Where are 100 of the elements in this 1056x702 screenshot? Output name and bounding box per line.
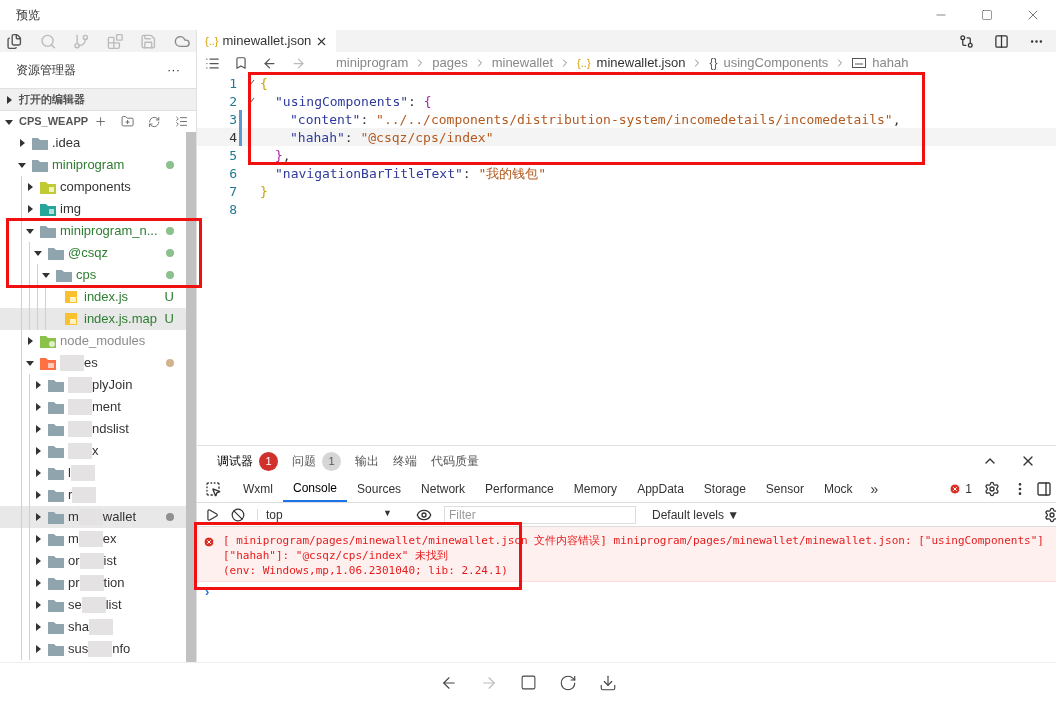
breadcrumb-item[interactable]: usingComponents [723,53,829,73]
collapsed-arrow-icon[interactable] [34,535,42,543]
files-icon[interactable] [6,32,23,50]
split-editor-icon[interactable] [994,33,1009,49]
download-icon[interactable] [598,673,617,692]
collapsed-arrow-icon[interactable] [34,579,42,587]
breadcrumb-item[interactable]: miniprogram [336,53,409,73]
expanded-arrow-icon[interactable] [26,227,34,235]
expanded-arrow-icon[interactable] [5,117,13,126]
levels-dropdown[interactable]: Default levels ▼ [652,508,740,521]
rotate-icon[interactable] [558,673,577,692]
breadcrumb-item[interactable]: pages [432,53,468,73]
tree-item[interactable]: ment [0,396,186,418]
panel-tab[interactable]: 代码质量 [431,452,479,470]
collapsed-arrow-icon[interactable] [34,623,42,631]
tree-item[interactable]: .idea [0,132,186,154]
expanded-arrow-icon[interactable] [42,271,50,279]
more-tabs-button[interactable]: » [862,478,887,500]
collapsed-arrow-icon[interactable] [34,403,42,411]
settings-icon[interactable] [984,481,1000,497]
context-select[interactable]: top ▼ [257,508,392,521]
collapsed-arrow-icon[interactable] [34,513,42,521]
scrollbar[interactable] [186,132,196,662]
new-folder-icon[interactable] [121,114,135,129]
tree-item[interactable]: sus nfo [0,638,186,660]
inspect-icon[interactable] [205,481,221,497]
breadcrumb-item[interactable]: minewallet [491,53,554,73]
collapsed-arrow-icon[interactable] [5,95,13,104]
expanded-arrow-icon[interactable] [34,249,42,257]
tree-item[interactable]: plyJoin [0,374,186,396]
sidebar-toggle-icon[interactable] [205,507,219,522]
collapsed-arrow-icon[interactable] [34,491,42,499]
tree-item[interactable]: m wallet [0,506,186,528]
panel-tab[interactable]: 问题 1 [292,451,341,471]
tree-item[interactable]: es [0,352,186,374]
collapsed-arrow-icon[interactable] [34,645,42,653]
editor-tab[interactable]: {..} minewallet.json [197,30,337,52]
devtools-tab[interactable]: Performance [475,476,564,502]
collapsed-arrow-icon[interactable] [34,469,42,477]
panel-tab[interactable]: 终端 [393,452,417,470]
console-prompt[interactable]: › [197,582,1056,602]
collapsed-arrow-icon[interactable] [34,447,42,455]
back-icon[interactable] [262,55,277,71]
collapsed-arrow-icon[interactable] [26,183,34,191]
collapsed-arrow-icon[interactable] [34,425,42,433]
compare-icon[interactable] [959,33,974,49]
more-button[interactable]: ··· [167,60,180,80]
collapse-all-icon[interactable] [174,114,188,129]
tree-item[interactable]: index.js U [0,286,186,308]
tree-item[interactable]: pr tion [0,572,186,594]
devtools-tab[interactable]: Network [411,476,476,502]
tree-item[interactable]: miniprogram_n... [0,220,186,242]
devtools-tab[interactable]: Sources [347,476,412,502]
filter-field[interactable]: Filter [444,505,636,524]
tree-item[interactable]: index.js.map U [0,308,186,330]
breadcrumb-item[interactable]: minewallet.json [596,53,686,73]
devtools-tab[interactable]: Memory [563,476,628,502]
outline-icon[interactable] [205,55,220,71]
section-header[interactable]: 打开的编辑器 [0,88,196,110]
devtools-tab[interactable]: AppData [627,476,694,502]
tree-item[interactable]: or ist [0,550,186,572]
tree-item[interactable]: r [0,484,186,506]
tree-item[interactable]: sha [0,616,186,638]
bookmark-icon[interactable] [234,56,248,70]
devtools-tab[interactable]: Sensor [755,476,814,502]
dock-icon[interactable] [1036,481,1052,497]
settings-icon[interactable] [1044,506,1056,523]
devtools-tab[interactable]: Console [283,476,348,502]
section-header[interactable]: CPS_WEAPP [0,110,196,132]
tree-item[interactable]: l [0,462,186,484]
tree-item[interactable]: cps [0,264,186,286]
expanded-arrow-icon[interactable] [18,161,26,169]
tree-item[interactable]: se list [0,594,186,616]
tree-item[interactable]: node_modules [0,330,186,352]
tree-item[interactable]: m ex [0,528,186,550]
new-file-icon[interactable] [94,114,108,129]
devtools-tab[interactable]: Wxml [233,476,283,502]
collapsed-arrow-icon[interactable] [26,205,34,213]
expanded-arrow-icon[interactable] [26,359,34,367]
tree-item[interactable]: ndslist [0,418,186,440]
tree-item[interactable]: components [0,176,186,198]
devtools-tab[interactable]: Storage [693,476,756,502]
tree-item[interactable]: x [0,440,186,462]
breadcrumb-item[interactable]: hahah [872,53,909,73]
collapsed-arrow-icon[interactable] [26,337,34,345]
panel-tab[interactable]: 输出 [355,452,379,470]
tree-item[interactable]: miniprogram [0,154,186,176]
maximize-icon[interactable] [981,9,993,21]
tree-item[interactable]: @csqz [0,242,186,264]
collapsed-arrow-icon[interactable] [34,557,42,565]
collapsed-arrow-icon[interactable] [34,381,42,389]
clear-icon[interactable] [231,507,245,522]
collapsed-arrow-icon[interactable] [34,601,42,609]
devtools-tab[interactable]: Mock [813,476,863,502]
collapsed-arrow-icon[interactable] [18,139,26,147]
panel-tab[interactable]: 调试器 1 [217,451,278,471]
frame-icon[interactable] [519,674,537,691]
refresh-icon[interactable] [148,114,161,129]
item-label: .idea [52,134,81,153]
tree-item[interactable]: img [0,198,186,220]
